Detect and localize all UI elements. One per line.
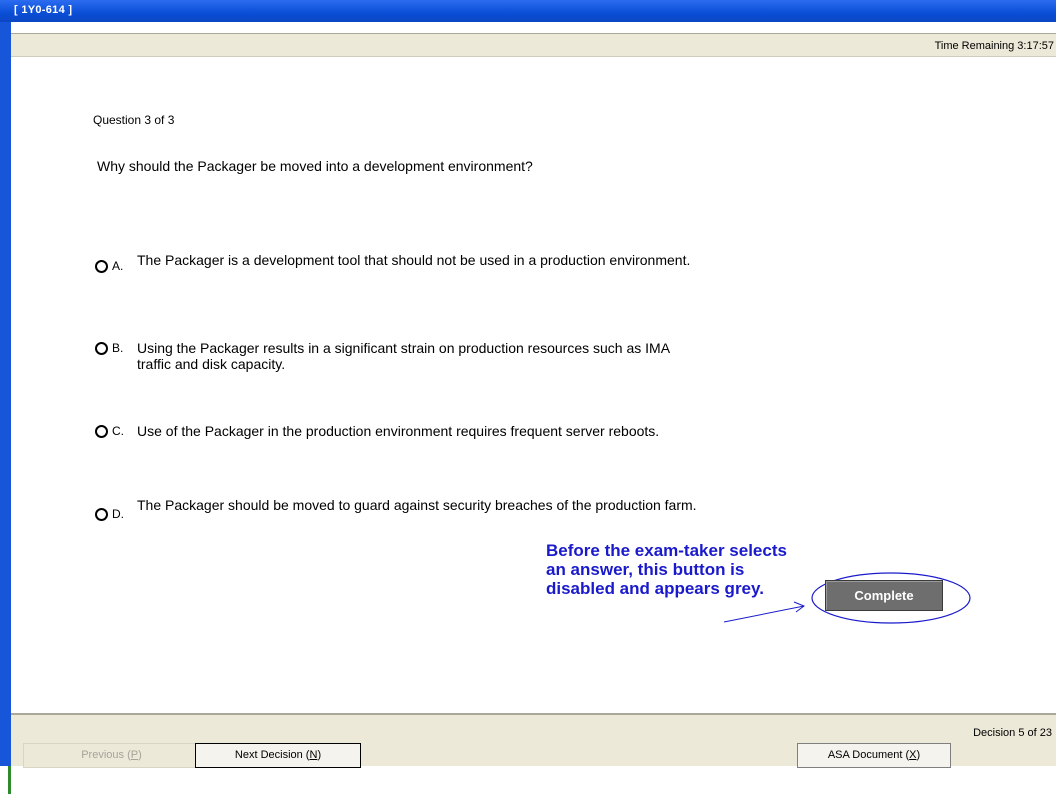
next-decision-label: Next Decision [234, 749, 303, 761]
option-letter: B. [112, 341, 124, 355]
option-text: Use of the Packager in the production en… [137, 423, 660, 439]
radio-button-icon[interactable] [95, 342, 108, 355]
next-decision-shortcut: N [309, 749, 318, 761]
asa-document-label: ASA Document [827, 749, 903, 761]
window-title: [ 1Y0-614 ] [14, 4, 73, 16]
radio-button-icon[interactable] [95, 425, 108, 438]
time-remaining: Time Remaining 3:17:57 [934, 40, 1054, 52]
asa-document-shortcut: X [909, 749, 917, 761]
asa-document-button[interactable]: ASA Document (X) [797, 743, 951, 768]
annotation-arrow-icon [723, 601, 806, 623]
radio-button-icon[interactable] [95, 260, 108, 273]
option-letter: D. [112, 507, 124, 521]
question-number: Question 3 of 3 [93, 113, 175, 127]
option-letter: C. [112, 424, 124, 438]
previous-button[interactable]: Previous (P) [23, 743, 200, 768]
option-letter: A. [112, 259, 124, 273]
option-text: The Packager should be moved to guard ag… [137, 497, 697, 513]
option-text: Using the Packager results in a signific… [137, 340, 670, 372]
previous-shortcut: P [130, 749, 139, 761]
next-decision-button[interactable]: Next Decision (N) [195, 743, 361, 768]
bottom-navigation-panel: Decision 5 of 23 Previous (P) Next Decis… [11, 713, 1056, 768]
decision-counter: Decision 5 of 23 [973, 727, 1052, 739]
question-text: Why should the Packager be moved into a … [97, 158, 533, 174]
radio-button-icon[interactable] [95, 508, 108, 521]
option-text: The Packager is a development tool that … [137, 252, 691, 268]
status-bar: Time Remaining 3:17:57 [11, 33, 1056, 57]
annotation-callout: Before the exam-taker selects an answer,… [546, 541, 787, 598]
previous-label: Previous [81, 749, 125, 761]
complete-button[interactable]: Complete [825, 580, 943, 611]
window-frame-accent [8, 766, 11, 794]
window-titlebar: [ 1Y0-614 ] [0, 0, 1056, 22]
window-left-frame [0, 0, 11, 766]
